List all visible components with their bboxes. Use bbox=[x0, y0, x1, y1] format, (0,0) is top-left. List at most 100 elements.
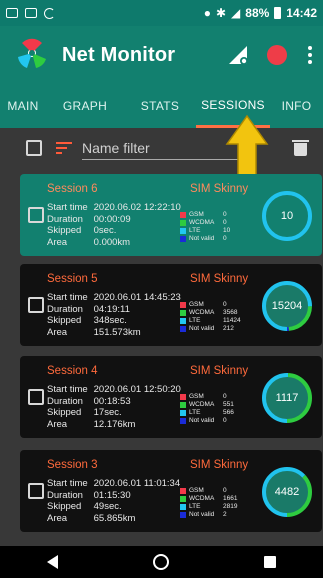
duration-value: 04:19:11 bbox=[93, 303, 130, 315]
area-value: 65.865km bbox=[93, 512, 136, 524]
session-info: Start time 2020.06.01 12:50:20 Duration … bbox=[47, 384, 181, 430]
not-valid-label: Not valid bbox=[189, 325, 215, 332]
duration-value: 00:00:09 bbox=[93, 213, 131, 225]
location-icon: ● bbox=[203, 6, 211, 20]
sim-name: SIM Skinny bbox=[190, 365, 249, 377]
wcdma-count: 0 bbox=[223, 219, 227, 226]
wcdma-count: 3568 bbox=[223, 309, 238, 316]
not-valid-label: Not valid bbox=[189, 235, 215, 242]
session-total: 1117 bbox=[275, 392, 299, 404]
start-time-label: Start time bbox=[47, 292, 88, 303]
not-valid-count: 0 bbox=[223, 235, 227, 242]
delete-icon[interactable] bbox=[292, 140, 309, 156]
gsm-count: 0 bbox=[223, 487, 227, 494]
sim-name: SIM Skinny bbox=[190, 459, 249, 471]
area-label: Area bbox=[47, 326, 68, 338]
duration-label: Duration bbox=[47, 489, 83, 501]
skipped-label: Skipped bbox=[47, 315, 82, 326]
session-card[interactable]: Session 6 SIM Skinny Start time 2020.06.… bbox=[20, 174, 322, 256]
lte-label: LTE bbox=[189, 317, 201, 324]
skipped-value: 17sec. bbox=[93, 407, 122, 418]
select-all-checkbox[interactable] bbox=[26, 140, 42, 156]
gsm-count: 0 bbox=[223, 393, 227, 400]
start-time-value: 2020.06.01 11:01:34 bbox=[93, 478, 181, 489]
record-button[interactable] bbox=[267, 45, 287, 65]
lte-swatch bbox=[180, 228, 186, 234]
lte-swatch bbox=[180, 410, 186, 416]
area-value: 0.000km bbox=[93, 236, 131, 248]
start-time-label: Start time bbox=[47, 384, 88, 395]
sync-icon bbox=[44, 7, 55, 19]
duration-label: Duration bbox=[47, 213, 83, 225]
wcdma-label: WCDMA bbox=[189, 309, 215, 316]
session-checkbox[interactable] bbox=[28, 483, 44, 499]
tab-main[interactable]: MAIN bbox=[0, 84, 46, 128]
session-title: Session 6 bbox=[47, 183, 98, 195]
app-logo-icon bbox=[18, 38, 46, 68]
area-label: Area bbox=[47, 418, 68, 430]
lte-count: 11424 bbox=[223, 317, 241, 324]
session-card[interactable]: Session 3 SIM Skinny Start time 2020.06.… bbox=[20, 450, 322, 532]
technology-legend: GSM 0 WCDMA 3568 LTE 11424 Not valid 212 bbox=[180, 301, 241, 333]
not-valid-swatch bbox=[180, 418, 186, 424]
not-valid-swatch bbox=[180, 512, 186, 518]
not-valid-label: Not valid bbox=[189, 417, 215, 424]
app-title: Net Monitor bbox=[62, 43, 176, 66]
skipped-value: 0sec. bbox=[93, 225, 117, 236]
wcdma-swatch bbox=[180, 402, 186, 408]
skipped-label: Skipped bbox=[47, 501, 82, 512]
session-title: Session 5 bbox=[47, 273, 98, 285]
session-checkbox[interactable] bbox=[28, 297, 44, 313]
area-label: Area bbox=[47, 236, 68, 248]
session-info: Start time 2020.06.01 11:01:34 Duration … bbox=[47, 478, 180, 524]
session-card[interactable]: Session 4 SIM Skinny Start time 2020.06.… bbox=[20, 356, 322, 438]
gsm-swatch bbox=[180, 212, 186, 218]
session-total: 10 bbox=[280, 210, 294, 222]
technology-legend: GSM 0 WCDMA 551 LTE 566 Not valid 0 bbox=[180, 393, 234, 425]
sort-icon[interactable] bbox=[56, 142, 72, 154]
skipped-label: Skipped bbox=[47, 225, 82, 236]
session-title: Session 4 bbox=[47, 365, 98, 377]
not-valid-count: 212 bbox=[223, 325, 234, 332]
skipped-value: 348sec. bbox=[93, 315, 127, 326]
session-total: 4482 bbox=[274, 486, 300, 498]
session-info: Start time 2020.06.01 14:45:23 Duration … bbox=[47, 292, 181, 338]
back-icon[interactable] bbox=[47, 555, 59, 569]
wcdma-label: WCDMA bbox=[189, 219, 215, 226]
start-time-value: 2020.06.01 12:50:20 bbox=[93, 384, 181, 395]
not-valid-count: 2 bbox=[223, 511, 227, 518]
technology-legend: GSM 0 WCDMA 1661 LTE 2819 Not valid 2 bbox=[180, 487, 237, 519]
session-checkbox[interactable] bbox=[28, 207, 44, 223]
gsm-count: 0 bbox=[223, 301, 227, 308]
signal-icon: ◢ bbox=[231, 6, 241, 20]
lte-label: LTE bbox=[189, 409, 201, 416]
lte-count: 2819 bbox=[223, 503, 238, 510]
session-checkbox[interactable] bbox=[28, 389, 44, 405]
lte-count: 10 bbox=[223, 227, 231, 234]
skipped-value: 49sec. bbox=[93, 501, 122, 512]
tab-stats[interactable]: STATS bbox=[124, 84, 196, 128]
session-card[interactable]: Session 5 SIM Skinny Start time 2020.06.… bbox=[20, 264, 322, 346]
tab-info[interactable]: INFO bbox=[270, 84, 323, 128]
duration-label: Duration bbox=[47, 395, 83, 407]
status-bar: ● ✱ ◢ 88% 14:42 bbox=[0, 0, 323, 26]
notification-icon bbox=[6, 8, 18, 18]
skipped-label: Skipped bbox=[47, 407, 82, 418]
technology-legend: GSM 0 WCDMA 0 LTE 10 Not valid 0 bbox=[180, 211, 230, 243]
recents-icon[interactable] bbox=[263, 556, 276, 568]
not-valid-label: Not valid bbox=[189, 511, 215, 518]
signal-settings-icon[interactable] bbox=[227, 44, 249, 66]
wcdma-swatch bbox=[180, 310, 186, 316]
gsm-count: 0 bbox=[223, 211, 227, 218]
session-title: Session 3 bbox=[47, 459, 98, 471]
wcdma-swatch bbox=[180, 220, 186, 226]
area-label: Area bbox=[47, 512, 68, 524]
gsm-label: GSM bbox=[189, 487, 204, 494]
battery-percent: 88% bbox=[245, 6, 270, 20]
tab-graph[interactable]: GRAPH bbox=[46, 84, 124, 128]
home-icon[interactable] bbox=[152, 554, 169, 570]
sim-name: SIM Skinny bbox=[190, 183, 249, 195]
lte-label: LTE bbox=[189, 503, 201, 510]
wcdma-count: 551 bbox=[223, 401, 234, 408]
overflow-menu-icon[interactable] bbox=[305, 46, 315, 64]
